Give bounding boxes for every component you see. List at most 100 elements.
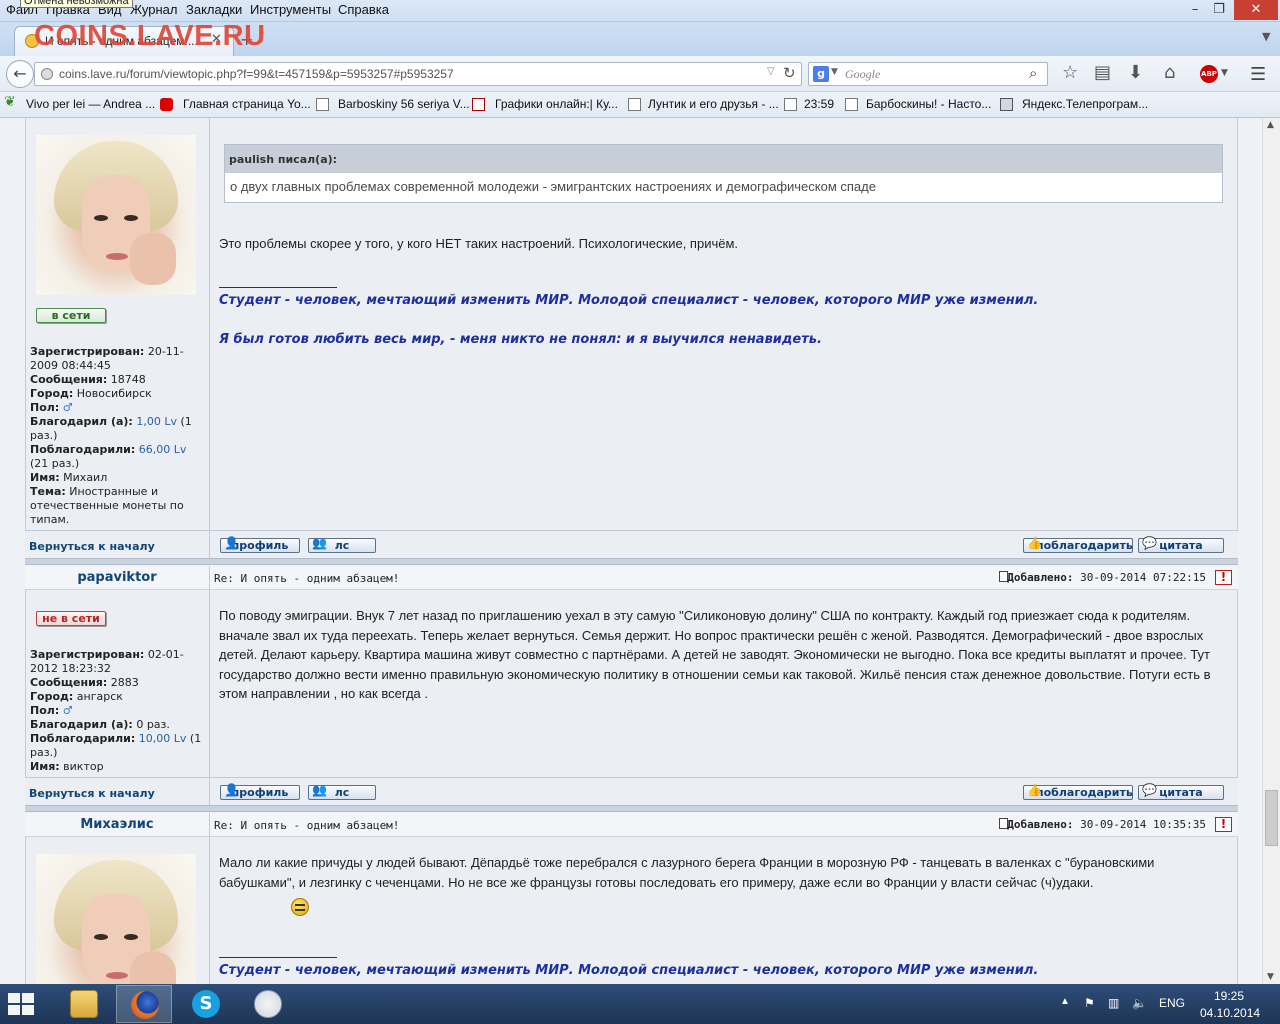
page-viewport: в сети Зарегистрирован: 20-11-2009 08:44… <box>0 118 1262 984</box>
pm-button[interactable]: 👥 лс <box>308 536 376 553</box>
list-tabs-icon[interactable]: ▼ <box>1262 30 1270 43</box>
network-icon[interactable]: ▥ <box>1108 996 1119 1010</box>
youtube-icon <box>160 98 173 111</box>
home-icon[interactable]: ⌂ <box>1164 64 1175 82</box>
username-link[interactable]: papaviktor <box>25 570 209 585</box>
post-footer: Вернуться к началу 👤 профиль 👥 лс 👍 поблаго… <box>25 777 1238 805</box>
profile-button[interactable]: 👤 профиль <box>220 783 300 800</box>
url-text[interactable]: coins.lave.ru/forum/viewtopic.php?f=99&t… <box>59 67 454 81</box>
status-badge: не в сети <box>36 611 106 626</box>
post-header: Михаэлис Re: И опять - одним абзацем! До… <box>25 813 1238 837</box>
skype-icon: S <box>192 990 220 1018</box>
minimize-icon[interactable]: – <box>1184 0 1206 20</box>
page-icon <box>784 98 797 111</box>
male-icon: ♂ <box>62 704 73 717</box>
bookmark-item[interactable]: Barboskiny 56 seriya V... <box>338 97 470 111</box>
signature-line: Студент - человек, мечтающий изменить МИ… <box>219 293 1039 308</box>
bookmark-item[interactable]: Главная страница Yo... <box>183 97 311 111</box>
scrollbar-thumb[interactable] <box>1265 790 1278 846</box>
palette-icon <box>254 990 282 1018</box>
back-to-top-link[interactable]: Вернуться к началу <box>29 540 155 553</box>
post-text: Это проблемы скорее у того, у кого НЕТ т… <box>219 236 739 251</box>
back-arrow-icon[interactable]: ← <box>6 60 34 88</box>
page-icon <box>628 98 641 111</box>
scroll-up-icon[interactable]: ▲ <box>1267 120 1274 130</box>
url-dropdown-icon[interactable]: ▽ <box>767 66 775 77</box>
leaf-icon: ❦ <box>4 94 16 110</box>
bookmark-item[interactable]: Графики онлайн:| Ку... <box>495 97 618 111</box>
thank-button[interactable]: 👍 поблагодарить <box>1023 536 1133 553</box>
report-icon[interactable]: ! <box>1215 817 1232 832</box>
page-icon <box>845 98 858 111</box>
author-profile: Зарегистрирован: 20-11-2009 08:44:45 Соо… <box>30 345 192 526</box>
reading-list-icon[interactable]: ▤ <box>1094 64 1111 82</box>
search-input[interactable]: Google <box>845 67 880 82</box>
close-window-icon[interactable]: ✕ <box>1234 0 1278 20</box>
signature-line: Я был готов любить весь мир, - меня никт… <box>219 332 822 347</box>
report-icon[interactable]: ! <box>1215 570 1232 585</box>
firefox-taskbar-button[interactable] <box>116 985 172 1023</box>
url-bar[interactable]: coins.lave.ru/forum/viewtopic.php?f=99&t… <box>34 62 802 86</box>
adblock-icon[interactable]: ABP <box>1200 65 1218 83</box>
menu-help[interactable]: Справка <box>338 2 389 17</box>
avatar <box>36 135 196 295</box>
username-link[interactable]: Михаэлис <box>25 817 209 832</box>
bookmark-item[interactable]: Яндекс.Телепрограм... <box>1022 97 1148 111</box>
bookmarks-toolbar: ❦ Vivo per lei — Andrea ... Главная стра… <box>0 92 1280 118</box>
back-to-top-link[interactable]: Вернуться к началу <box>29 787 155 800</box>
tooltip: Отмена невозможна <box>20 0 133 8</box>
windows-start-icon[interactable] <box>8 993 36 1017</box>
menu-icon[interactable]: ☰ <box>1250 64 1266 85</box>
thank-button[interactable]: 👍 поблагодарить <box>1023 784 1133 800</box>
status-badge: в сети <box>36 308 106 323</box>
search-icon[interactable]: ⌕ <box>1029 64 1037 82</box>
clock-date[interactable]: 04.10.2014 <box>1200 1006 1260 1020</box>
bookmark-item[interactable]: 23:59 <box>804 97 834 111</box>
star-icon[interactable]: ☆ <box>1062 64 1078 82</box>
maximize-icon[interactable]: ❐ <box>1208 0 1230 20</box>
post-text: По поводу эмиграции. Внук 7 лет назад по… <box>219 608 1211 701</box>
scroll-down-icon[interactable]: ▼ <box>1267 972 1274 982</box>
profile-button[interactable]: 👤 профиль <box>220 537 300 553</box>
page-icon <box>316 98 329 111</box>
folder-icon <box>70 990 98 1018</box>
language-indicator[interactable]: ENG <box>1159 996 1185 1010</box>
post-header: papaviktor Re: И опять - одним абзацем! … <box>25 566 1238 590</box>
quote-text: о двух главных проблемах современной мол… <box>230 179 876 194</box>
paint-taskbar-button[interactable] <box>240 985 296 1023</box>
clock-time[interactable]: 19:25 <box>1214 989 1244 1003</box>
menu-history[interactable]: Журнал <box>130 2 177 17</box>
thumbs-up-icon: 👍 <box>1027 536 1042 550</box>
volume-icon[interactable]: 🔈 <box>1132 996 1147 1010</box>
post-title[interactable]: Re: И опять - одним абзацем! <box>214 572 399 585</box>
signature-line: Студент - человек, мечтающий изменить МИ… <box>219 963 1039 978</box>
adblock-dropdown-icon[interactable]: ▼ <box>1221 68 1228 78</box>
tv-icon <box>1000 98 1013 111</box>
tray-expand-icon[interactable]: ▲ <box>1060 996 1070 1007</box>
bookmark-item[interactable]: Барбоскины! - Насто... <box>866 97 991 111</box>
page-scrollbar[interactable]: ▲ ▼ <box>1262 118 1280 984</box>
search-bar[interactable]: g ▼ Google ⌕ <box>808 62 1048 86</box>
pm-button[interactable]: 👥 лс <box>308 784 376 800</box>
post-3 <box>25 813 1238 984</box>
quote-button[interactable]: 💬 цитата <box>1138 783 1224 800</box>
search-engine-dropdown-icon[interactable]: ▼ <box>831 67 838 77</box>
smiley-icon <box>291 898 309 916</box>
google-icon[interactable]: g <box>813 66 829 82</box>
post-date: Добавлено: 30-09-2014 07:22:15 <box>1007 571 1206 584</box>
user-icon: 👤 <box>224 783 239 797</box>
reload-icon[interactable]: ↻ <box>783 64 796 82</box>
download-icon[interactable]: ⬇ <box>1128 64 1143 82</box>
menu-tools[interactable]: Инструменты <box>250 2 331 17</box>
users-icon: 👥 <box>312 536 327 550</box>
post-title[interactable]: Re: И опять - одним абзацем! <box>214 819 399 832</box>
flag-icon[interactable]: ⚑ <box>1084 996 1095 1010</box>
speech-icon: 💬 <box>1142 783 1157 797</box>
explorer-taskbar-button[interactable] <box>56 985 112 1023</box>
menu-bookmarks[interactable]: Закладки <box>186 2 242 17</box>
bookmark-item[interactable]: Vivo per lei — Andrea ... <box>26 97 155 111</box>
male-icon: ♂ <box>62 401 73 414</box>
skype-taskbar-button[interactable]: S <box>178 985 234 1023</box>
quote-button[interactable]: 💬 цитата <box>1138 537 1224 553</box>
bookmark-item[interactable]: Лунтик и его друзья - ... <box>648 97 779 111</box>
